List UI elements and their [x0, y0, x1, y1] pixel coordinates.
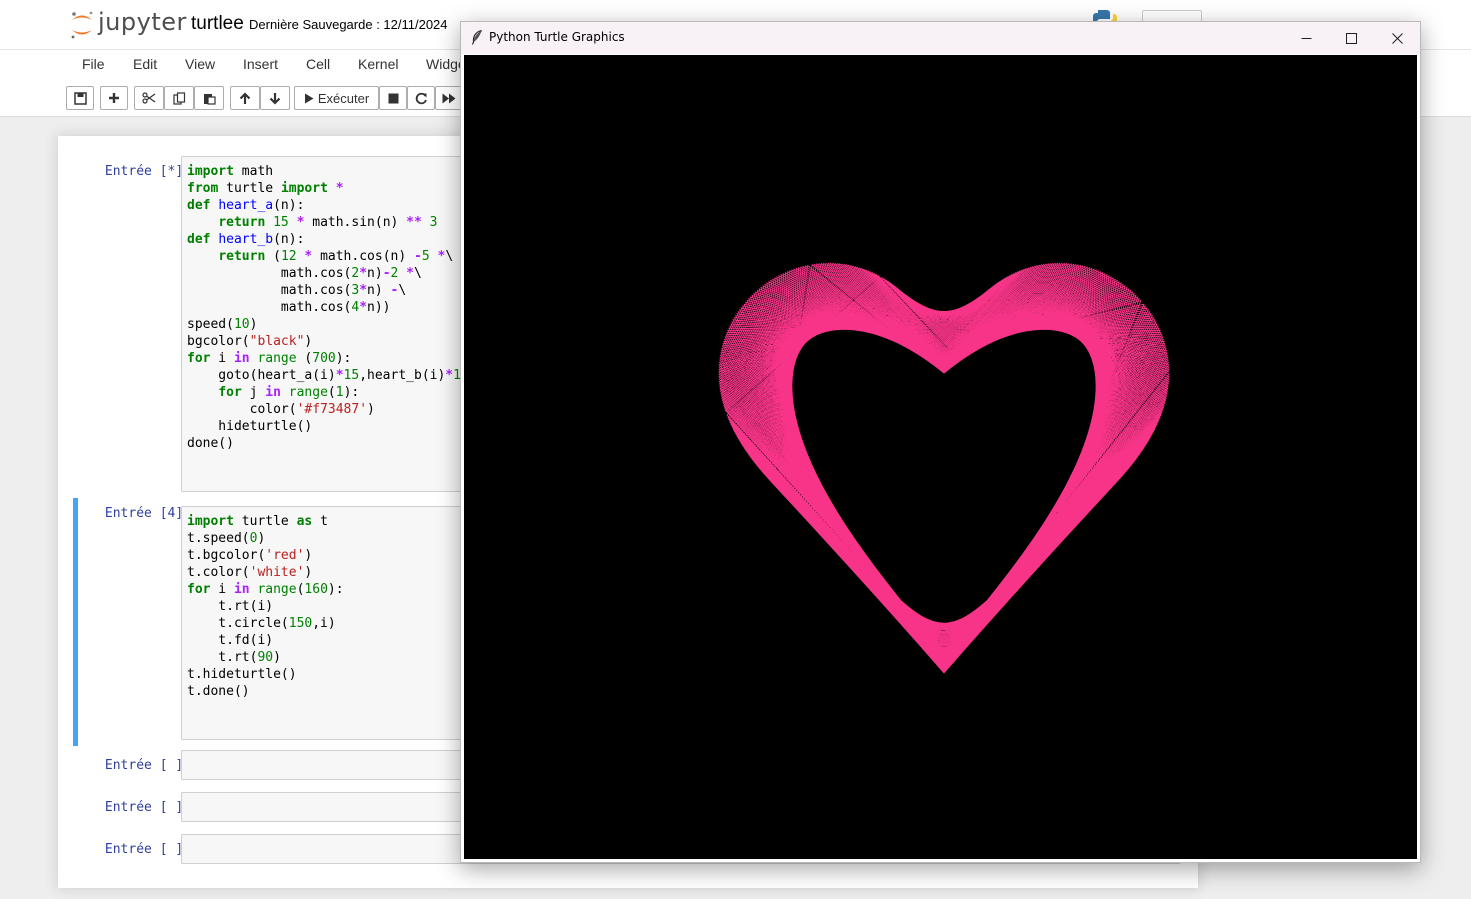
menu-insert[interactable]: Insert [243, 56, 278, 72]
turtle-graphics-window[interactable]: Python Turtle Graphics [460, 21, 1421, 863]
menu-kernel[interactable]: Kernel [358, 56, 398, 72]
paste-icon [203, 93, 216, 105]
code-line: return (12 * math.cos(n) -5 *\ [218, 249, 454, 264]
menu-view[interactable]: View [185, 56, 215, 72]
scissors-icon [142, 92, 156, 104]
code-line: t.rt(i) [187, 599, 274, 614]
window-title-bar[interactable]: Python Turtle Graphics [461, 22, 1420, 54]
code-line: def heart_a(n): [187, 198, 305, 213]
code-line: math.cos(2*n)-2 *\ [187, 266, 422, 281]
restart-run-all-button[interactable] [435, 86, 463, 110]
restart-kernel-button[interactable] [407, 86, 435, 110]
code-line: t.rt(90) [187, 650, 281, 665]
code-line: for i in range(160): [187, 582, 344, 597]
code-line: t.speed(0) [187, 531, 266, 546]
code-line: t.fd(i) [187, 633, 274, 648]
code-line: hideturtle() [187, 419, 313, 434]
menu-file[interactable]: File [82, 56, 105, 72]
minimize-button[interactable] [1283, 22, 1329, 54]
notebook-name[interactable]: turtlee [191, 13, 244, 35]
jupyter-brand-text: jupyter [98, 8, 187, 36]
close-icon [1391, 32, 1403, 44]
menu-edit[interactable]: Edit [133, 56, 157, 72]
code-line: bgcolor("black") [187, 334, 313, 349]
code-line: from turtle import * [187, 181, 344, 196]
close-button[interactable] [1374, 22, 1420, 54]
window-title: Python Turtle Graphics [489, 30, 625, 44]
code-line: def heart_b(n): [187, 232, 305, 247]
paste-button[interactable] [194, 86, 224, 110]
maximize-icon [1345, 32, 1357, 44]
turtle-canvas[interactable] [464, 55, 1417, 859]
feather-icon [471, 29, 483, 50]
move-down-button[interactable] [260, 86, 290, 110]
play-icon [304, 93, 314, 103]
code-line: speed(10) [187, 317, 258, 332]
cell-prompt: Entrée [ ]: [104, 800, 191, 815]
code-line: goto(heart_a(i)*15,heart_b(i)*15 [187, 368, 468, 383]
copy-icon [172, 91, 185, 105]
heart-drawing [718, 262, 1170, 674]
interrupt-kernel-button[interactable] [379, 86, 407, 110]
run-button-label: Exécuter [317, 90, 370, 106]
code-line: return 15 * math.sin(n) ** 3 [218, 215, 438, 230]
maximize-button[interactable] [1328, 22, 1374, 54]
last-save-info: Dernière Sauvegarde : 12/11/2024 [249, 17, 448, 32]
code-line: t.bgcolor('red') [187, 548, 313, 563]
code-line: t.circle(150,i) [187, 616, 336, 631]
save-icon [73, 91, 87, 105]
code-line: t.done() [187, 684, 250, 699]
save-button[interactable] [66, 86, 94, 110]
move-up-button[interactable] [230, 86, 260, 110]
insert-cell-button[interactable] [100, 86, 128, 110]
cell-prompt: Entrée [ ]: [104, 842, 191, 857]
code-line: color('#f73487') [187, 402, 375, 417]
code-line: for j in range(1): [218, 385, 360, 400]
code-line: done() [187, 436, 234, 451]
cell-prompt: Entrée [ ]: [104, 758, 191, 773]
code-line: t.hideturtle() [187, 667, 297, 682]
code-line: import turtle as t [187, 514, 328, 529]
jupyter-logo-icon [71, 11, 93, 39]
cell-prompt: Entrée [4]: [104, 506, 191, 521]
heart-path [718, 262, 1170, 674]
minimize-icon [1301, 37, 1311, 39]
stop-icon [388, 93, 398, 103]
plus-icon [109, 93, 119, 103]
cut-button[interactable] [134, 86, 164, 110]
restart-icon [415, 92, 427, 104]
code-line: math.cos(3*n) -\ [187, 283, 407, 298]
code-line: import math [187, 164, 274, 179]
code-line: t.color('white') [187, 565, 313, 580]
copy-button[interactable] [164, 86, 194, 110]
code-line: math.cos(4*n)) [187, 300, 391, 315]
arrow-up-icon [239, 91, 251, 104]
cell-prompt: Entrée [*]: [104, 164, 191, 179]
menu-cell[interactable]: Cell [306, 56, 330, 72]
arrow-down-icon [269, 92, 281, 105]
fast-forward-icon [442, 93, 456, 103]
code-line: for i in range (700): [187, 351, 352, 366]
run-button[interactable]: Exécuter [294, 86, 379, 110]
